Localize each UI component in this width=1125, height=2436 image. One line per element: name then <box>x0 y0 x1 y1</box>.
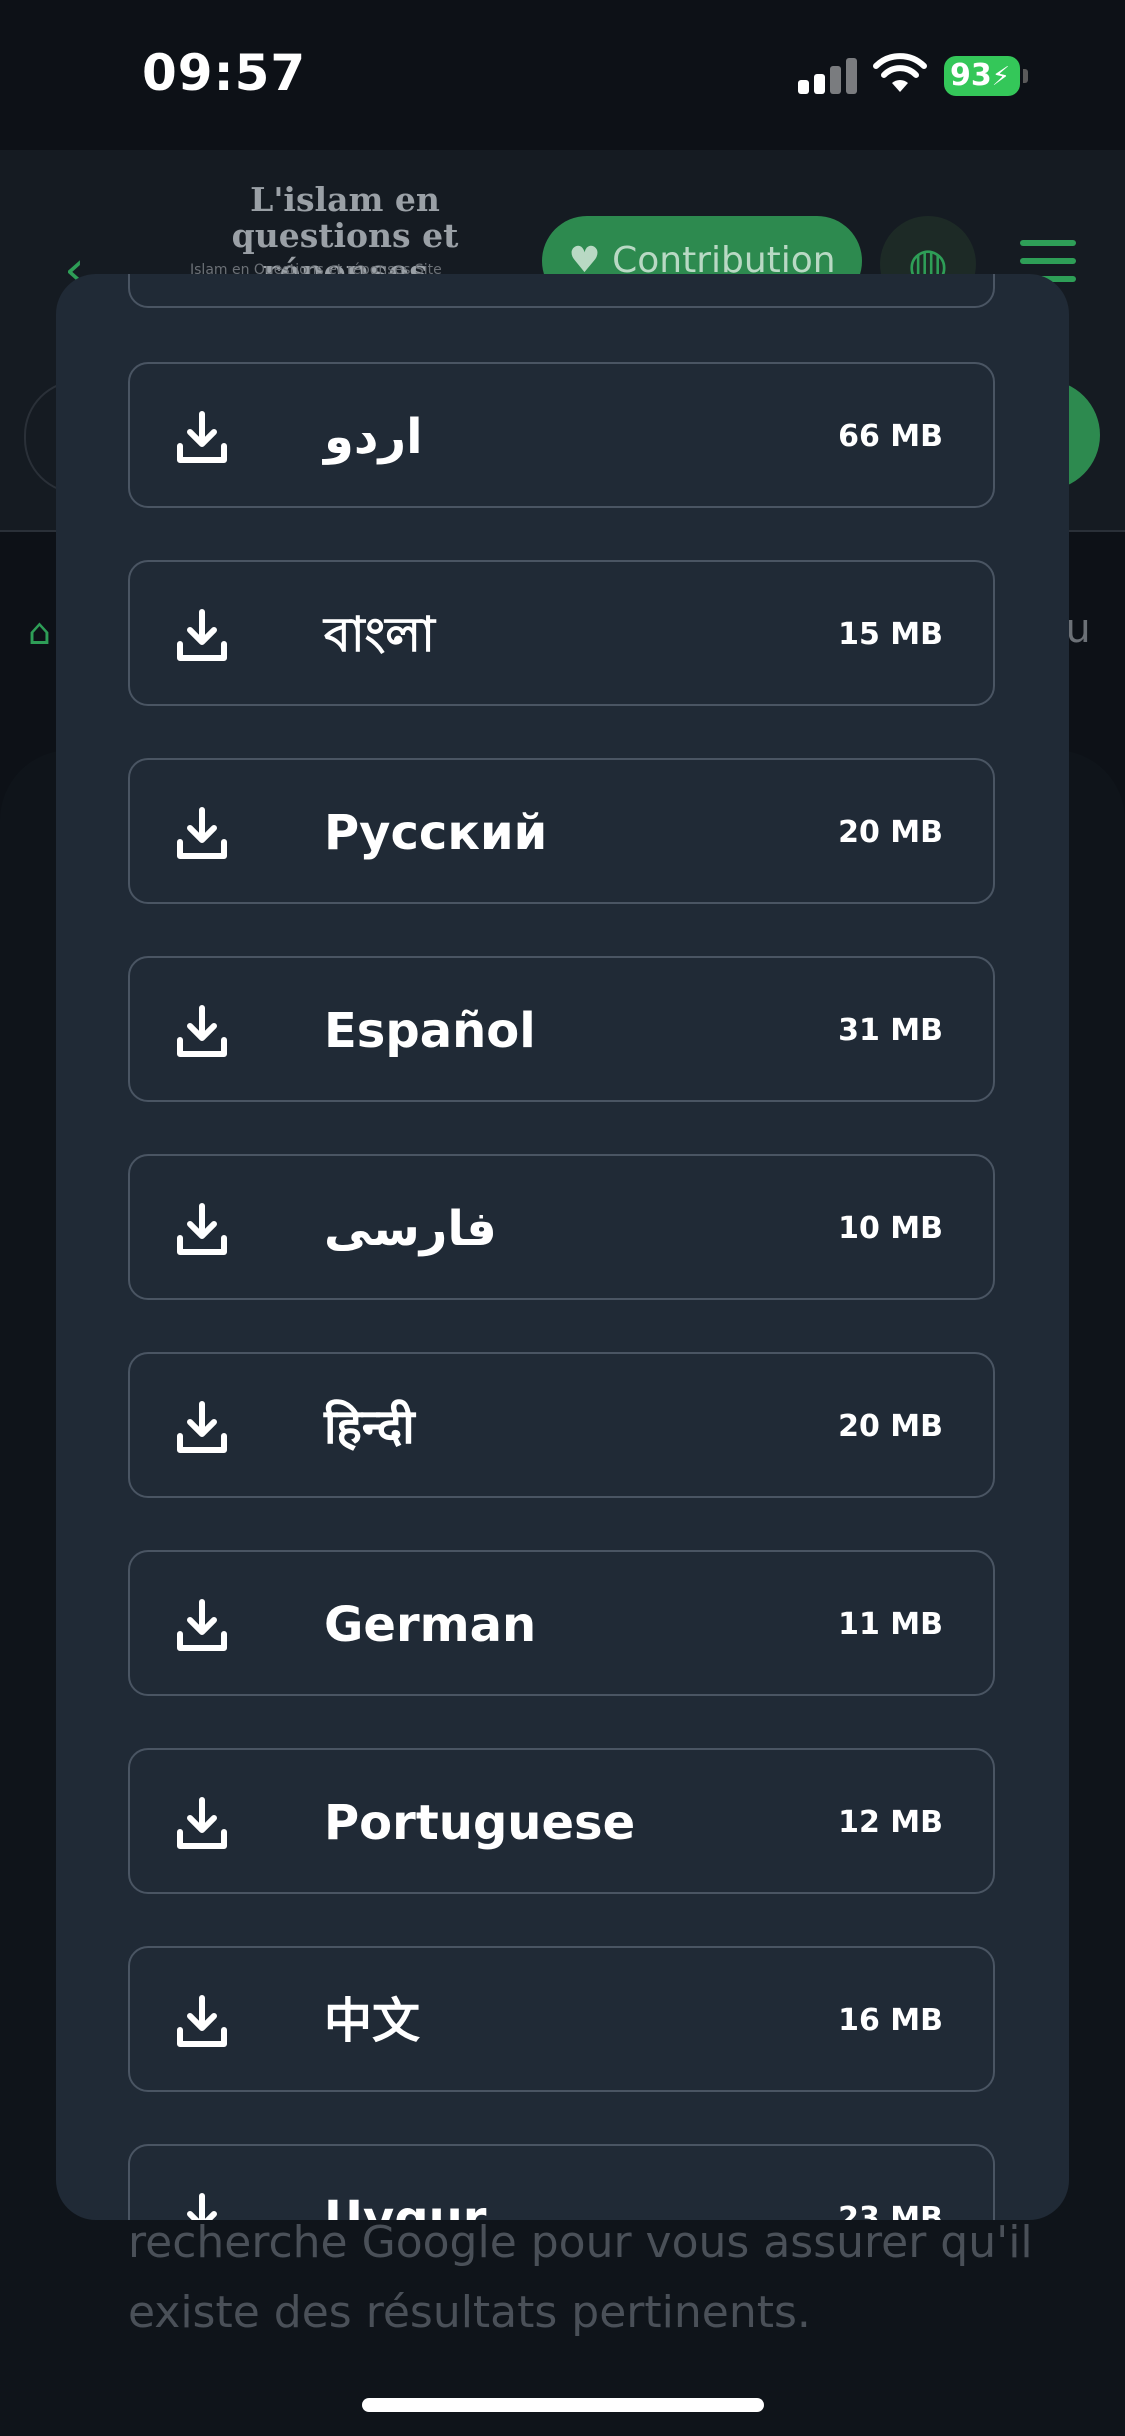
download-icon <box>177 411 227 463</box>
download-icon <box>187 2193 217 2220</box>
download-item-size: 12 MB <box>838 1805 943 1840</box>
download-item-language: Portuguese <box>324 1795 636 1851</box>
download-item[interactable]: हिन्दी 20 MB <box>128 1352 995 1498</box>
cellular-signal-icon <box>798 58 857 94</box>
download-item-language: فارسی <box>324 1201 497 1257</box>
download-item[interactable]: বাংলা 15 MB <box>128 560 995 706</box>
download-item-language: اردو <box>324 409 423 465</box>
download-item-size: 10 MB <box>838 1211 943 1246</box>
download-item[interactable]: German 11 MB <box>128 1550 995 1696</box>
download-icon <box>177 1797 227 1849</box>
download-item[interactable]: Русский 20 MB <box>128 758 995 904</box>
download-item[interactable]: Portuguese 12 MB <box>128 1748 995 1894</box>
download-item-language: Uygur <box>324 2191 487 2220</box>
download-item-language: 中文 <box>324 1993 421 2049</box>
home-indicator[interactable] <box>362 2398 764 2412</box>
download-item-language: German <box>324 1597 537 1653</box>
download-item[interactable]: 中文 16 MB <box>128 1946 995 2092</box>
download-icon <box>177 807 227 859</box>
status-time: 09:57 <box>142 44 307 102</box>
download-item-size: 66 MB <box>838 419 943 454</box>
download-item-language: हिन्दी <box>324 1399 415 1455</box>
download-icon <box>177 1203 227 1255</box>
status-bar: 09:57 93⚡ <box>0 0 1125 150</box>
download-item[interactable]: Español 31 MB <box>128 956 995 1102</box>
download-item[interactable]: فارسی 10 MB <box>128 1154 995 1300</box>
download-item-language: বাংলা <box>324 607 435 663</box>
download-icon <box>177 1995 227 2047</box>
download-icon <box>177 1401 227 1453</box>
download-item-size: 31 MB <box>838 1013 943 1048</box>
background-body-text: recherche Google pour vous assurer qu'il… <box>128 2217 1033 2338</box>
battery-indicator: 93⚡ <box>944 56 1028 96</box>
download-item-size: 11 MB <box>838 1607 943 1642</box>
battery-level: 93 <box>950 58 992 93</box>
download-item-size: 23 MB <box>838 2201 943 2220</box>
download-item[interactable] <box>128 274 995 308</box>
download-item-size: 20 MB <box>838 1409 943 1444</box>
download-item-language: Русский <box>324 805 548 861</box>
wifi-icon <box>873 53 927 92</box>
download-icon <box>177 609 227 661</box>
download-item[interactable]: Uygur 23 MB <box>128 2144 995 2220</box>
download-item-language: Español <box>324 1003 536 1059</box>
download-item[interactable]: اردو 66 MB <box>128 362 995 508</box>
download-item-size: 20 MB <box>838 815 943 850</box>
download-item-size: 16 MB <box>838 2003 943 2038</box>
charging-bolt-icon: ⚡ <box>991 62 1011 92</box>
download-icon <box>177 1599 227 1651</box>
home-icon[interactable]: ⌂ <box>28 612 51 653</box>
download-item-size: 15 MB <box>838 617 943 652</box>
download-language-modal: اردو 66 MB বাংলা 15 MB Русский 20 MB Esp… <box>56 274 1069 2220</box>
download-icon <box>177 1005 227 1057</box>
